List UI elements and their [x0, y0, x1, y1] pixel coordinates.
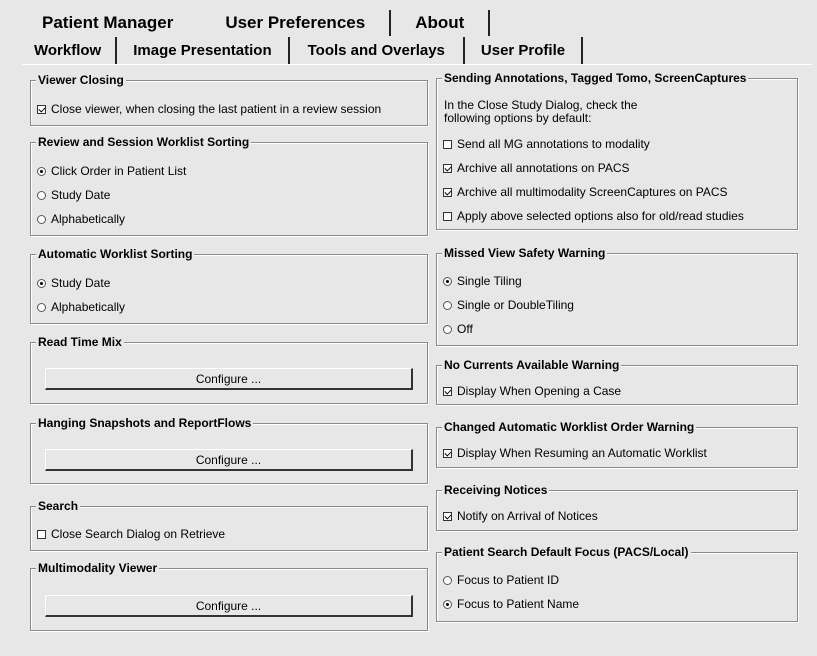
radio-auto-study-date[interactable]: Study Date [37, 276, 110, 290]
checkbox-icon [37, 104, 46, 114]
tab-user-preferences[interactable]: User Preferences [201, 10, 392, 36]
checkbox-label: Send all MG annotations to modality [457, 137, 650, 151]
radio-icon [443, 324, 452, 334]
sending-intro-line2: following options by default: [444, 111, 592, 125]
receiving-notices-group: Receiving Notices Notify on Arrival of N… [436, 482, 798, 531]
radio-icon [443, 599, 452, 609]
radio-label: Focus to Patient ID [457, 573, 560, 587]
receiving-notices-title: Receiving Notices [442, 482, 550, 498]
no-currents-title: No Currents Available Warning [442, 357, 622, 373]
no-currents-group: No Currents Available Warning Display Wh… [436, 357, 798, 405]
tab-patient-manager[interactable]: Patient Manager [30, 10, 201, 36]
checkbox-icon [443, 511, 452, 521]
hanging-snapshots-group: Hanging Snapshots and ReportFlows Config… [30, 415, 428, 484]
review-sorting-group: Review and Session Worklist Sorting Clic… [30, 134, 428, 236]
radio-label: Single or DoubleTiling [457, 298, 574, 312]
patient-search-focus-title: Patient Search Default Focus (PACS/Local… [442, 544, 691, 560]
display-opening-case-checkbox[interactable]: Display When Opening a Case [443, 384, 621, 398]
radio-focus-patient-id[interactable]: Focus to Patient ID [443, 573, 559, 587]
multimodality-viewer-group: Multimodality Viewer Configure ... [30, 560, 428, 631]
tab-workflow[interactable]: Workflow [22, 37, 118, 64]
radio-icon [37, 166, 46, 176]
checkbox-label: Archive all annotations on PACS [457, 161, 630, 175]
patient-search-focus-group: Patient Search Default Focus (PACS/Local… [436, 544, 798, 622]
tab-divider [22, 64, 812, 65]
checkbox-icon [443, 139, 452, 149]
archive-screencaptures-checkbox[interactable]: Archive all multimodality ScreenCaptures… [443, 185, 728, 199]
checkbox-label: Apply above selected options also for ol… [457, 209, 744, 223]
checkbox-icon [37, 529, 46, 539]
checkbox-label: Notify on Arrival of Notices [457, 509, 598, 523]
tab-image-presentation[interactable]: Image Presentation [117, 37, 290, 64]
changed-order-title: Changed Automatic Worklist Order Warning [442, 419, 697, 435]
multimodality-configure-button[interactable]: Configure ... [45, 595, 413, 617]
checkbox-label: Archive all multimodality ScreenCaptures… [457, 185, 728, 199]
display-resuming-checkbox[interactable]: Display When Resuming an Automatic Workl… [443, 446, 707, 460]
radio-single-tiling[interactable]: Single Tiling [443, 274, 522, 288]
checkbox-icon [443, 386, 452, 396]
radio-icon [37, 190, 46, 200]
sending-annotations-group: Sending Annotations, Tagged Tomo, Screen… [436, 70, 798, 230]
radio-icon [443, 575, 452, 585]
radio-study-date[interactable]: Study Date [37, 188, 110, 202]
close-viewer-label: Close viewer, when closing the last pati… [51, 102, 382, 116]
read-time-mix-group: Read Time Mix Configure ... [30, 334, 428, 404]
search-group: Search Close Search Dialog on Retrieve [30, 498, 428, 551]
radio-single-or-double-tiling[interactable]: Single or DoubleTiling [443, 298, 574, 312]
read-time-mix-configure-button[interactable]: Configure ... [45, 368, 413, 390]
auto-sorting-group: Automatic Worklist Sorting Study Date Al… [30, 246, 428, 324]
radio-off[interactable]: Off [443, 322, 473, 336]
radio-icon [37, 278, 46, 288]
radio-icon [443, 300, 452, 310]
tab-tools-and-overlays[interactable]: Tools and Overlays [290, 37, 465, 64]
search-title: Search [36, 498, 81, 514]
checkbox-icon [443, 211, 452, 221]
radio-focus-patient-name[interactable]: Focus to Patient Name [443, 597, 579, 611]
hanging-snapshots-title: Hanging Snapshots and ReportFlows [36, 415, 254, 431]
review-sorting-title: Review and Session Worklist Sorting [36, 134, 252, 150]
tab-about[interactable]: About [391, 10, 491, 36]
checkbox-label: Display When Opening a Case [457, 384, 622, 398]
tab-user-profile[interactable]: User Profile [465, 37, 584, 64]
notify-arrival-checkbox[interactable]: Notify on Arrival of Notices [443, 509, 598, 523]
radio-icon [37, 302, 46, 312]
viewer-closing-group: Viewer Closing Close viewer, when closin… [30, 72, 428, 126]
radio-label: Study Date [51, 276, 111, 290]
close-search-dialog-checkbox[interactable]: Close Search Dialog on Retrieve [37, 527, 225, 541]
missed-view-title: Missed View Safety Warning [442, 245, 608, 261]
apply-old-studies-checkbox[interactable]: Apply above selected options also for ol… [443, 209, 744, 223]
radio-label: Alphabetically [51, 300, 126, 314]
sending-annotations-title: Sending Annotations, Tagged Tomo, Screen… [442, 70, 749, 86]
checkbox-icon [443, 163, 452, 173]
radio-click-order[interactable]: Click Order in Patient List [37, 164, 186, 178]
radio-icon [37, 214, 46, 224]
viewer-closing-title: Viewer Closing [36, 72, 126, 88]
read-time-mix-title: Read Time Mix [36, 334, 124, 350]
sub-tab-bar: Workflow Image Presentation Tools and Ov… [22, 37, 584, 64]
radio-label: Study Date [51, 188, 111, 202]
changed-order-group: Changed Automatic Worklist Order Warning… [436, 419, 798, 468]
archive-annotations-checkbox[interactable]: Archive all annotations on PACS [443, 161, 630, 175]
radio-label: Single Tiling [457, 274, 522, 288]
close-search-label: Close Search Dialog on Retrieve [51, 527, 226, 541]
radio-alphabetically[interactable]: Alphabetically [37, 212, 125, 226]
hanging-configure-button[interactable]: Configure ... [45, 449, 413, 471]
radio-auto-alphabetically[interactable]: Alphabetically [37, 300, 125, 314]
multimodality-title: Multimodality Viewer [36, 560, 160, 576]
main-tab-bar: Patient Manager User Preferences About [30, 10, 491, 36]
radio-label: Click Order in Patient List [51, 164, 187, 178]
radio-icon [443, 276, 452, 286]
auto-sorting-title: Automatic Worklist Sorting [36, 246, 195, 262]
radio-label: Focus to Patient Name [457, 597, 580, 611]
radio-label: Off [457, 322, 473, 336]
radio-label: Alphabetically [51, 212, 126, 226]
checkbox-icon [443, 448, 452, 458]
send-mg-annotations-checkbox[interactable]: Send all MG annotations to modality [443, 137, 650, 151]
missed-view-group: Missed View Safety Warning Single Tiling… [436, 245, 798, 346]
close-viewer-checkbox[interactable]: Close viewer, when closing the last pati… [37, 102, 381, 116]
checkbox-icon [443, 187, 452, 197]
checkbox-label: Display When Resuming an Automatic Workl… [457, 446, 707, 460]
